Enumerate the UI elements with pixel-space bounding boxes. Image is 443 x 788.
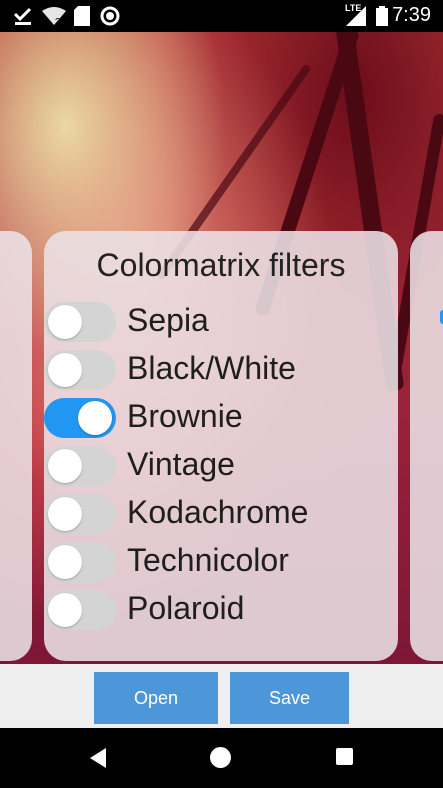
polaroid-toggle[interactable] (44, 590, 116, 630)
battery-icon (376, 6, 388, 26)
filter-label: Technicolor (127, 542, 289, 578)
clock: 7:39 (392, 4, 431, 26)
filter-label: Black/White (127, 350, 296, 386)
vintage-toggle[interactable] (44, 446, 116, 486)
recents-icon[interactable] (336, 748, 353, 765)
filter-card-prev[interactable] (0, 231, 32, 661)
filter-label: Brownie (127, 398, 243, 434)
filter-row-kodachrome[interactable]: Kodachrome (44, 492, 398, 536)
filter-row-sepia[interactable]: Sepia (44, 300, 398, 344)
home-icon[interactable] (210, 747, 231, 768)
toggle-knob (48, 305, 82, 339)
filter-label: Vintage (127, 446, 235, 482)
filter-row-vintage[interactable]: Vintage (44, 444, 398, 488)
filter-row-black-white[interactable]: Black/White (44, 348, 398, 392)
kodachrome-toggle[interactable] (44, 494, 116, 534)
record-icon (100, 6, 120, 26)
signal-icon (346, 6, 366, 26)
save-button[interactable]: Save (230, 672, 349, 724)
filter-label: Kodachrome (127, 494, 309, 530)
filter-row-technicolor[interactable]: Technicolor (44, 540, 398, 584)
navigation-bar (0, 728, 443, 788)
filter-label: Polaroid (127, 590, 245, 626)
status-bar: ? LTE 7:39 (0, 0, 443, 32)
filter-label: Sepia (127, 302, 209, 338)
toggle-knob (48, 497, 82, 531)
black-white-toggle[interactable] (44, 350, 116, 390)
action-bar: Open Save (0, 664, 443, 728)
brownie-toggle[interactable] (44, 398, 116, 438)
download-done-icon (13, 7, 32, 25)
back-icon[interactable] (90, 748, 106, 768)
svg-text:?: ? (55, 17, 61, 26)
colormatrix-filter-card: Colormatrix filters Sepia Black/White Br… (44, 231, 398, 661)
wifi-unknown-icon: ? (42, 7, 66, 26)
toggle-knob (48, 545, 82, 579)
sepia-toggle[interactable] (44, 302, 116, 342)
toggle-knob (48, 593, 82, 627)
filter-row-polaroid[interactable]: Polaroid (44, 588, 398, 632)
toggle-knob (78, 401, 112, 435)
toggle-knob (48, 353, 82, 387)
sd-card-icon (74, 6, 90, 26)
technicolor-toggle[interactable] (44, 542, 116, 582)
toggle-knob (48, 449, 82, 483)
preview-image: Colormatrix filters Sepia Black/White Br… (0, 32, 443, 664)
filter-row-brownie[interactable]: Brownie (44, 396, 398, 440)
open-button[interactable]: Open (94, 672, 218, 724)
card-title: Colormatrix filters (96, 247, 346, 283)
filter-card-next[interactable] (410, 231, 443, 661)
